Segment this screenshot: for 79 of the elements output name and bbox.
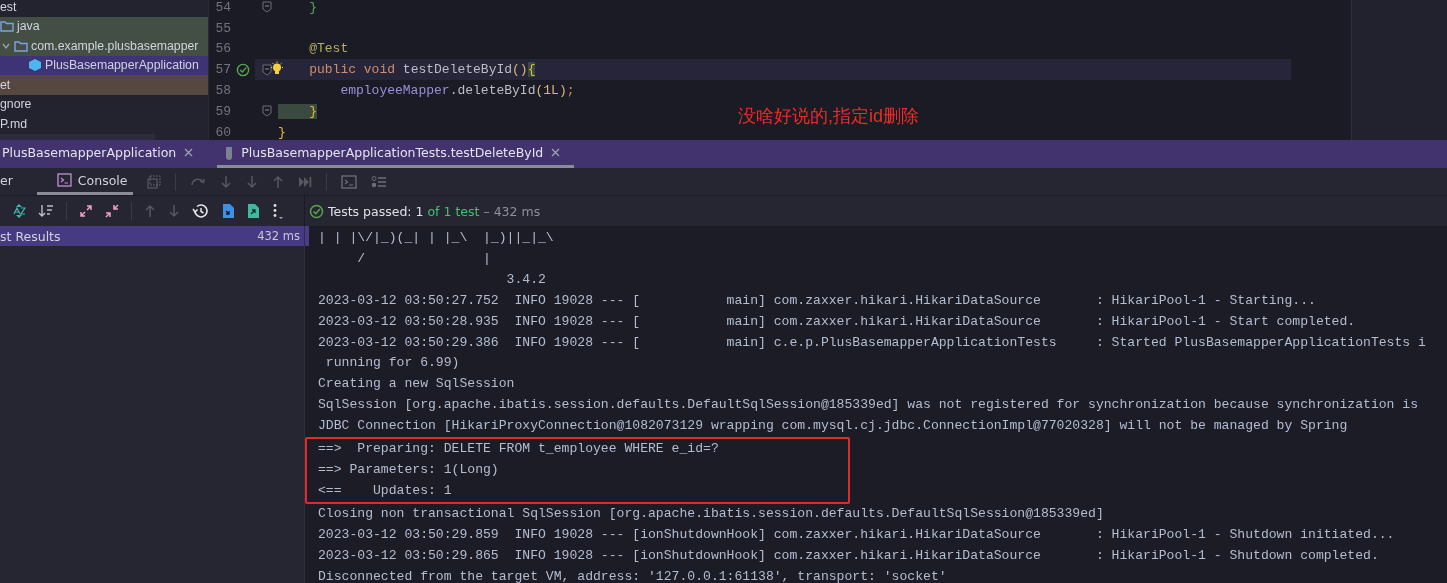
run-tab[interactable]: PlusBasemapperApplication <box>0 140 208 168</box>
tree-item-label: PlusBasemapperApplication <box>45 58 199 73</box>
close-icon[interactable] <box>184 148 194 157</box>
console-line: Creating a new SqlSession <box>318 375 516 394</box>
tree-item-label: java <box>17 19 40 34</box>
console-line: 2023-03-12 03:50:27.752 INFO 19028 --- [ main] com.zaxxer.hikari.HikariDataSource : HikariPool-1 - Starting... <box>318 291 1317 310</box>
tree-row[interactable]: P.md <box>0 114 208 134</box>
console-line: | | |\/|_)(_| | |_\ |_)||_|_\ <box>318 229 555 247</box>
tree-item-label: gnore <box>0 97 32 112</box>
console-line: running for 6.99) <box>324 354 461 373</box>
list-icon[interactable] <box>371 174 388 189</box>
tree-item-label: et <box>0 77 11 92</box>
test-status-text: Tests passed: 1 of 1 test – 432 ms <box>328 203 541 219</box>
console-icon <box>56 173 72 187</box>
check-circle-icon <box>309 203 324 219</box>
terminal-icon[interactable] <box>341 174 358 189</box>
skip-icon[interactable] <box>298 175 313 188</box>
tree-row[interactable]: gnore <box>0 94 208 114</box>
file-import-icon[interactable] <box>222 203 235 219</box>
console-line: <== Updates: 1 <box>318 481 453 500</box>
code-line: employeeMapper.deleteById(1L); <box>339 83 575 99</box>
tree-item-label: com.example.plusbasemapper <box>31 38 199 53</box>
line-number: 57 <box>214 62 231 78</box>
console-line: 2023-03-12 03:50:29.859 INFO 19028 --- [ionShutdownHook] com.zaxxer.hikari.HikariDataSource : HikariPool-1 - Shutdown initiated... <box>318 525 1396 544</box>
class-icon <box>28 58 42 73</box>
arrow-up-icon[interactable] <box>144 204 156 218</box>
arrow-down-icon[interactable] <box>246 174 259 189</box>
arrow-down-icon[interactable] <box>220 174 233 189</box>
duration-text: 432 ms <box>257 229 300 243</box>
tree-item-label: P.md <box>0 116 28 131</box>
console-line: 2023-03-12 03:50:29.865 INFO 19028 --- [ionShutdownHook] com.zaxxer.hikari.HikariDataSource : HikariPool-1 - Shutdown completed. <box>318 546 1380 565</box>
code-line: } <box>308 0 317 15</box>
fold-icon[interactable] <box>262 1 272 14</box>
console-line: 3.4.2 <box>505 270 547 289</box>
expand-icon[interactable] <box>79 204 93 218</box>
check-circle-icon[interactable] <box>236 62 250 77</box>
tool-tab[interactable]: er <box>0 168 19 195</box>
close-icon[interactable] <box>551 148 561 157</box>
more-icon[interactable] <box>272 203 284 219</box>
line-number: 55 <box>214 20 231 36</box>
console-line: JDBC Connection [HikariProxyConnection@1082073129 wrapping com.mysql.cj.jdbc.ConnectionImpl@77020328] will not be managed by Spring <box>318 417 1349 436</box>
collapse-icon[interactable] <box>105 204 119 218</box>
tree-row[interactable]: est <box>0 0 208 17</box>
arrow-down-icon[interactable] <box>168 204 180 218</box>
scrollbar[interactable] <box>0 133 155 140</box>
console-line: ==> Preparing: DELETE FROM t_employee WHERE e_id=? <box>318 440 720 459</box>
tree-row[interactable]: PlusBasemapperApplication <box>0 55 208 75</box>
line-number: 54 <box>214 0 231 15</box>
line-number: 59 <box>214 103 231 119</box>
line-number: 56 <box>214 41 231 57</box>
history-icon[interactable] <box>192 203 210 219</box>
chevron-icon[interactable] <box>2 41 10 50</box>
folder-icon <box>0 20 14 33</box>
console-line: Disconnected from the target VM, address: '127.0.0.1:61138', transport: 'socket' <box>318 567 948 583</box>
tree-item-label: est <box>0 0 17 14</box>
annotation-text: 没啥好说的,指定id删除 <box>738 105 919 128</box>
line-number: 60 <box>214 124 231 140</box>
console-line: 2023-03-12 03:50:29.386 INFO 19028 --- [ main] c.e.p.PlusBasemapperApplicationTests : Started PlusBasemapperApplicationTests i <box>318 333 1427 352</box>
sort-icon[interactable] <box>38 204 54 218</box>
code-line: @Test <box>308 41 349 57</box>
console-line: ==> Parameters: 1(Long) <box>318 460 500 479</box>
tree-row[interactable]: et <box>0 75 208 95</box>
tree-item-label: st Results <box>0 228 61 244</box>
test-tube-icon <box>225 145 234 160</box>
code-line: } <box>278 124 286 140</box>
arrow-up-icon[interactable] <box>272 174 285 189</box>
console-line: 2023-03-12 03:50:28.935 INFO 19028 --- [ main] com.zaxxer.hikari.HikariDataSource : HikariPool-1 - Start completed. <box>318 312 1357 331</box>
console-line: / | <box>356 249 492 268</box>
tree-row[interactable]: java <box>0 16 208 36</box>
console-line: Closing non transactional SqlSession [org.apache.ibatis.session.defaults.DefaultSqlSession@185339ed] <box>318 504 1105 523</box>
sort-alpha-icon[interactable] <box>12 203 26 219</box>
console-line: SqlSession [org.apache.ibatis.session.defaults.DefaultSqlSession@185339ed] was not registered for synchronization because synchronization is <box>318 396 1420 415</box>
fold-icon[interactable] <box>262 105 272 118</box>
line-number: 58 <box>214 83 231 99</box>
window-icon[interactable] <box>147 174 162 189</box>
tree-row[interactable]: com.example.plusbasemapper <box>0 36 208 56</box>
file-export-icon[interactable] <box>247 203 260 219</box>
folder-icon <box>14 39 28 52</box>
test-tree-row[interactable]: st Results 432 ms <box>0 226 304 246</box>
